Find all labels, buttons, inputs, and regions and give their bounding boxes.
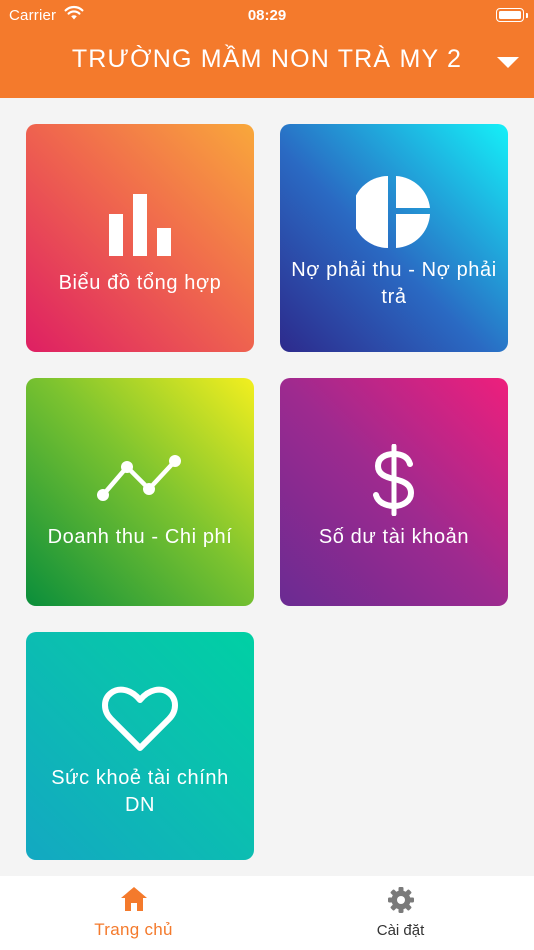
tile-summary-chart[interactable]: Biểu đồ tổng hợp [26,124,254,352]
app-header: Carrier 08:29 TRƯỜNG MẦM NON TRÀ MY 2 [0,0,534,98]
tab-bar: Trang chủ Cài đặt [0,876,534,950]
chevron-down-icon[interactable] [497,57,519,68]
tile-account-balance[interactable]: Số dư tài khoản [280,378,508,606]
tile-label: Doanh thu - Chi phí [47,526,233,548]
tab-settings[interactable]: Cài đặt [267,876,534,950]
tab-settings-label: Cài đặt [376,922,425,939]
tab-home[interactable]: Trang chủ [0,876,267,950]
tile-label: Nợ phải thu - Nợ phải trả [291,259,497,308]
pie-chart-icon [280,174,508,250]
tile-receivables-payables[interactable]: Nợ phải thu - Nợ phải trả [280,124,508,352]
status-bar: Carrier 08:29 [0,5,534,25]
tile-label: Số dư tài khoản [318,526,470,548]
tile-financial-health[interactable]: Sức khoẻ tài chính DN [26,632,254,860]
school-title[interactable]: TRƯỜNG MẦM NON TRÀ MY 2 [0,45,534,74]
tile-label: Biểu đồ tổng hợp [58,272,222,294]
dollar-icon [280,444,508,516]
line-chart-icon [26,453,254,503]
heart-icon [26,686,254,754]
bar-chart-icon [26,194,254,256]
tile-label: Sức khoẻ tài chính DN [51,767,229,816]
home-icon [0,886,267,912]
tile-revenue-expense[interactable]: Doanh thu - Chi phí [26,378,254,606]
battery-icon [496,8,528,22]
gear-icon [267,886,534,914]
status-time: 08:29 [247,7,287,24]
tab-home-label: Trang chủ [94,920,173,939]
